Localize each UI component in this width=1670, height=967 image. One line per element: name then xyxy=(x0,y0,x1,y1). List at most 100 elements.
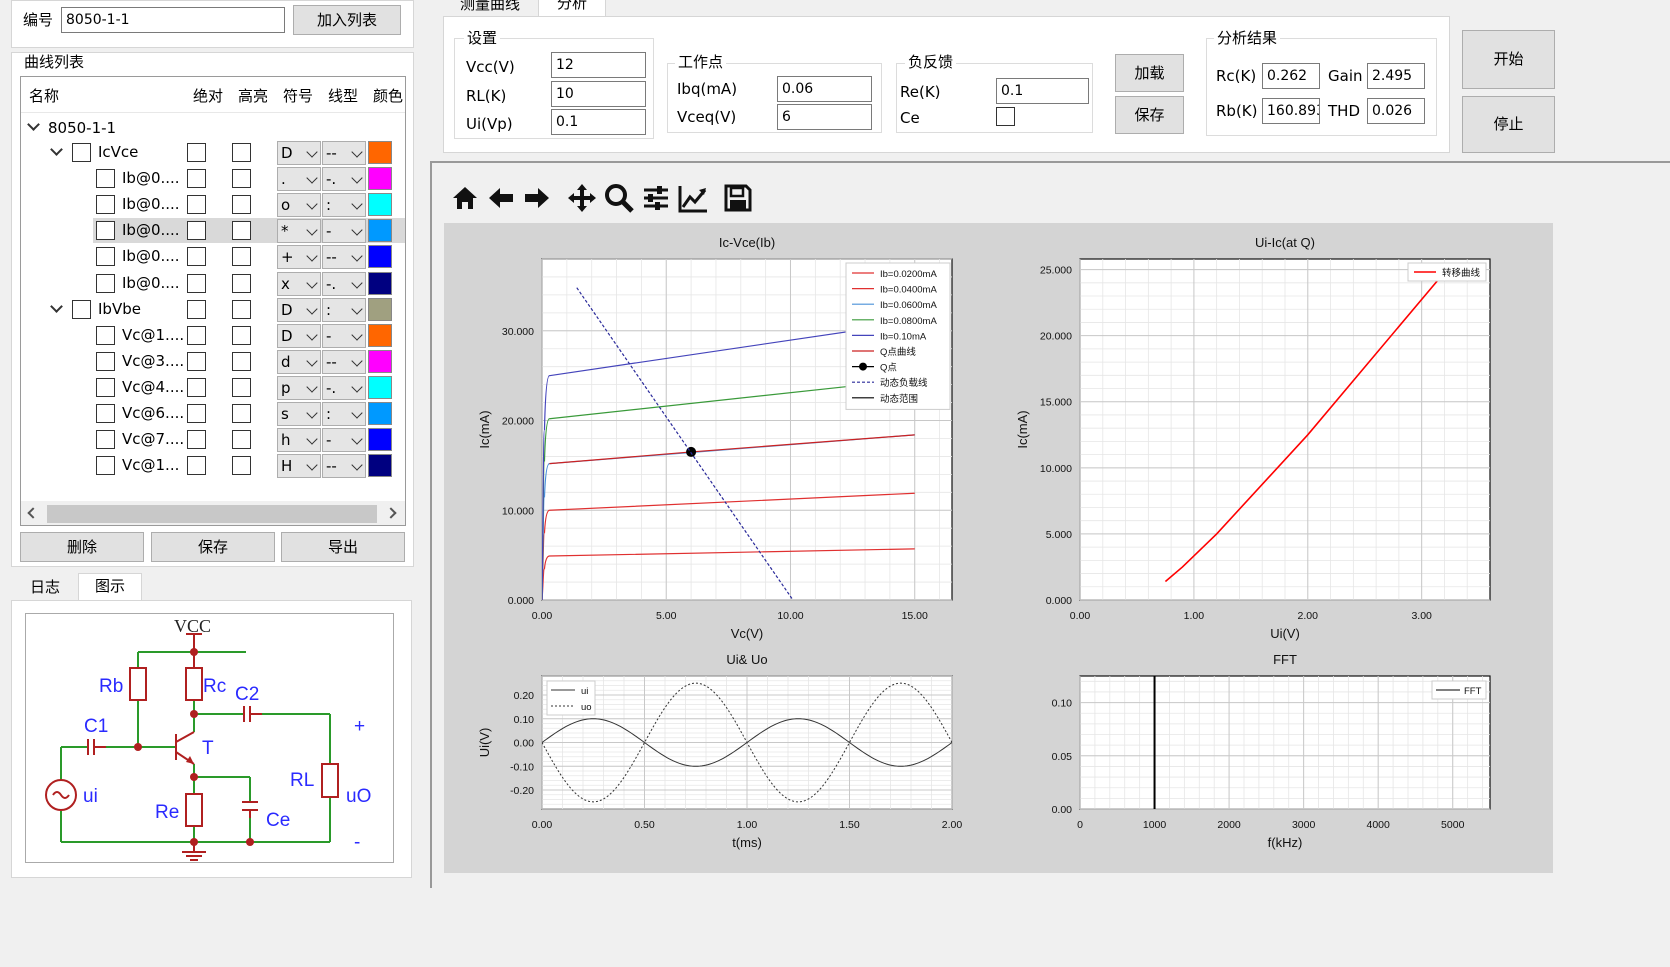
start-button[interactable]: 开始 xyxy=(1462,30,1555,89)
color-swatch[interactable] xyxy=(368,324,392,347)
header-absolute[interactable]: 绝对 xyxy=(193,86,223,106)
curve-name[interactable]: IbVbe xyxy=(98,299,141,319)
expand-group-icon[interactable] xyxy=(50,143,63,156)
highlight-checkbox[interactable] xyxy=(232,378,251,397)
absolute-checkbox[interactable] xyxy=(187,274,206,293)
linestyle-select[interactable]: -- xyxy=(322,350,366,374)
symbol-select[interactable]: D xyxy=(277,324,321,348)
linestyle-select[interactable]: -. xyxy=(322,167,366,191)
linestyle-select[interactable]: - xyxy=(322,219,366,243)
color-swatch[interactable] xyxy=(368,272,392,295)
header-highlight[interactable]: 高亮 xyxy=(238,86,268,106)
absolute-checkbox[interactable] xyxy=(187,352,206,371)
highlight-checkbox[interactable] xyxy=(232,247,251,266)
save-icon[interactable] xyxy=(722,182,754,214)
horizontal-scrollbar[interactable] xyxy=(21,501,405,525)
stop-button[interactable]: 停止 xyxy=(1462,96,1555,153)
scroll-thumb[interactable] xyxy=(47,505,377,523)
curve-visible-checkbox[interactable] xyxy=(72,300,91,319)
curve-name[interactable]: Vc@1... xyxy=(122,455,179,475)
linestyle-select[interactable]: : xyxy=(322,402,366,426)
re-input[interactable]: 0.1 xyxy=(996,78,1089,104)
curve-name[interactable]: Ib@0.... xyxy=(122,220,180,240)
edit-curve-icon[interactable] xyxy=(677,182,709,214)
absolute-checkbox[interactable] xyxy=(187,430,206,449)
expand-root-icon[interactable] xyxy=(27,118,40,131)
highlight-checkbox[interactable] xyxy=(232,404,251,423)
linestyle-select[interactable]: -- xyxy=(322,454,366,478)
curve-visible-checkbox[interactable] xyxy=(96,404,115,423)
back-icon[interactable] xyxy=(485,182,517,214)
add-to-list-button[interactable]: 加入列表 xyxy=(293,5,401,35)
highlight-checkbox[interactable] xyxy=(232,221,251,240)
absolute-checkbox[interactable] xyxy=(187,378,206,397)
save-analysis-button[interactable]: 保存 xyxy=(1115,96,1184,134)
highlight-checkbox[interactable] xyxy=(232,326,251,345)
export-button[interactable]: 导出 xyxy=(281,532,405,562)
figure-canvas[interactable]: 0.00 5.00 10.00 15.00 0.000 10.000 20.000 30.00… xyxy=(444,223,1553,873)
color-swatch[interactable] xyxy=(368,376,392,399)
absolute-checkbox[interactable] xyxy=(187,221,206,240)
linestyle-select[interactable]: -- xyxy=(322,141,366,165)
absolute-checkbox[interactable] xyxy=(187,143,206,162)
symbol-select[interactable]: * xyxy=(277,219,321,243)
linestyle-select[interactable]: - xyxy=(322,324,366,348)
curve-name[interactable]: Ib@0.... xyxy=(122,194,180,214)
curve-visible-checkbox[interactable] xyxy=(96,195,115,214)
zoom-icon[interactable] xyxy=(603,182,635,214)
curve-visible-checkbox[interactable] xyxy=(72,143,91,162)
linestyle-select[interactable]: : xyxy=(322,193,366,217)
symbol-select[interactable]: D xyxy=(277,298,321,322)
highlight-checkbox[interactable] xyxy=(232,352,251,371)
tree-root-label[interactable]: 8050-1-1 xyxy=(48,118,116,138)
curve-visible-checkbox[interactable] xyxy=(96,221,115,240)
header-symbol[interactable]: 符号 xyxy=(283,86,313,106)
absolute-checkbox[interactable] xyxy=(187,456,206,475)
linestyle-select[interactable]: : xyxy=(322,298,366,322)
color-swatch[interactable] xyxy=(368,141,392,164)
highlight-checkbox[interactable] xyxy=(232,195,251,214)
configure-icon[interactable] xyxy=(640,182,672,214)
absolute-checkbox[interactable] xyxy=(187,195,206,214)
symbol-select[interactable]: p xyxy=(277,376,321,400)
curve-tree[interactable]: 名称 绝对 高亮 符号 线型 颜色 8050-1-1 IcVce D -- Ib@0.… xyxy=(20,76,406,526)
scroll-left-icon[interactable] xyxy=(27,507,39,519)
symbol-select[interactable]: H xyxy=(277,454,321,478)
scroll-right-icon[interactable] xyxy=(385,507,397,519)
symbol-select[interactable]: h xyxy=(277,428,321,452)
highlight-checkbox[interactable] xyxy=(232,169,251,188)
curve-visible-checkbox[interactable] xyxy=(96,456,115,475)
ce-checkbox[interactable] xyxy=(996,107,1015,126)
linestyle-select[interactable]: -- xyxy=(322,245,366,269)
color-swatch[interactable] xyxy=(368,428,392,451)
curve-name[interactable]: IcVce xyxy=(98,142,138,162)
highlight-checkbox[interactable] xyxy=(232,430,251,449)
tab-log[interactable]: 日志 xyxy=(14,575,76,600)
curve-visible-checkbox[interactable] xyxy=(96,378,115,397)
color-swatch[interactable] xyxy=(368,402,392,425)
absolute-checkbox[interactable] xyxy=(187,300,206,319)
tab-measure-curves[interactable]: 测量曲线 xyxy=(443,0,537,16)
linestyle-select[interactable]: - xyxy=(322,428,366,452)
symbol-select[interactable]: x xyxy=(277,272,321,296)
highlight-checkbox[interactable] xyxy=(232,274,251,293)
color-swatch[interactable] xyxy=(368,193,392,216)
absolute-checkbox[interactable] xyxy=(187,326,206,345)
curve-name[interactable]: Vc@6.... xyxy=(122,403,184,423)
header-color[interactable]: 颜色 xyxy=(373,86,403,106)
curve-name[interactable]: Ib@0.... xyxy=(122,168,180,188)
absolute-checkbox[interactable] xyxy=(187,247,206,266)
color-swatch[interactable] xyxy=(368,167,392,190)
curve-name[interactable]: Vc@1.... xyxy=(122,325,184,345)
delete-button[interactable]: 删除 xyxy=(20,532,144,562)
curve-visible-checkbox[interactable] xyxy=(96,326,115,345)
curve-name[interactable]: Ib@0.... xyxy=(122,246,180,266)
ui-input[interactable]: 0.1 xyxy=(551,109,646,135)
curve-visible-checkbox[interactable] xyxy=(96,274,115,293)
curve-visible-checkbox[interactable] xyxy=(96,247,115,266)
pan-icon[interactable] xyxy=(566,182,598,214)
color-swatch[interactable] xyxy=(368,219,392,242)
header-linestyle[interactable]: 线型 xyxy=(328,86,358,106)
absolute-checkbox[interactable] xyxy=(187,169,206,188)
symbol-select[interactable]: s xyxy=(277,402,321,426)
